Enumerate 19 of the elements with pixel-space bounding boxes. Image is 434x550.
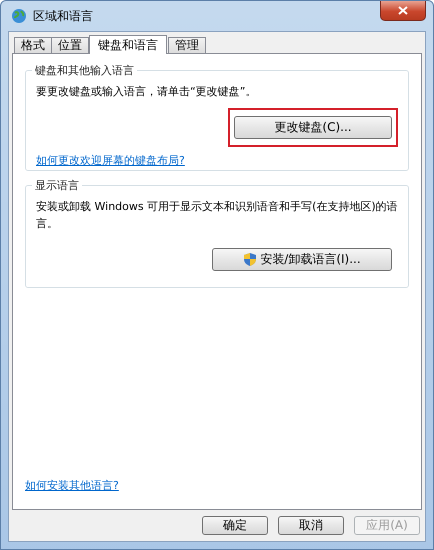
- group-description: 安装或卸载 Windows 可用于显示文本和识别语音和手写(在支持地区)的语言。: [36, 199, 398, 232]
- close-button[interactable]: [380, 1, 426, 21]
- action-button[interactable]: 安装/卸载语言(I)...: [212, 248, 392, 271]
- globe-icon: [11, 8, 27, 24]
- window-title: 区域和语言: [33, 8, 93, 24]
- tab[interactable]: 位置: [51, 37, 89, 53]
- dialog-button[interactable]: 取消: [278, 516, 344, 535]
- tab[interactable]: 键盘和语言: [89, 35, 167, 54]
- help-link[interactable]: 如何更改欢迎屏幕的键盘布局?: [36, 154, 185, 167]
- group-title: 显示语言: [32, 178, 82, 193]
- action-button[interactable]: 更改键盘(C)...: [234, 116, 392, 139]
- tab[interactable]: 管理: [168, 37, 206, 53]
- group-description: 要更改键盘或输入语言，请单击“更改键盘”。: [36, 84, 258, 100]
- shield-icon: [243, 252, 258, 267]
- close-icon: [398, 6, 408, 15]
- group-title: 键盘和其他输入语言: [32, 63, 137, 78]
- dialog-button[interactable]: 确定: [202, 516, 268, 535]
- tab[interactable]: 格式: [14, 37, 52, 53]
- help-link[interactable]: 如何安装其他语言?: [25, 478, 119, 493]
